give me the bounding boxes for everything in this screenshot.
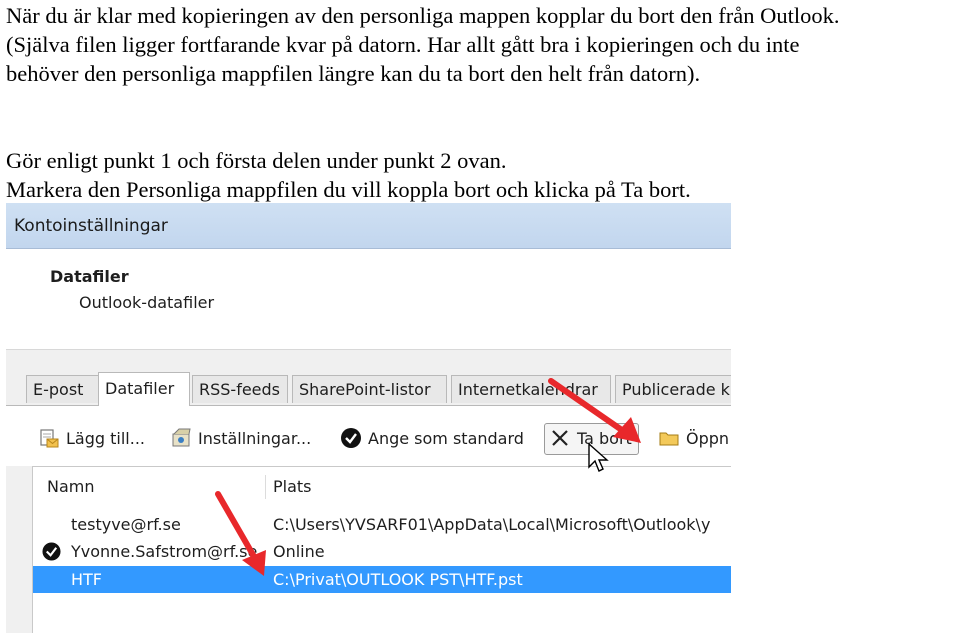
instruction-paragraph-1: När du är klar med kopieringen av den pe… bbox=[6, 1, 840, 88]
add-button[interactable]: Lägg till... bbox=[38, 424, 145, 454]
para1-line: När du är klar med kopieringen av den pe… bbox=[6, 3, 840, 28]
column-header-location[interactable]: Plats bbox=[273, 467, 312, 497]
row-location: C:\Users\YVSARF01\AppData\Local\Microsof… bbox=[273, 515, 711, 534]
section-title: Datafiler bbox=[50, 267, 129, 286]
row-location: C:\Privat\OUTLOOK PST\HTF.pst bbox=[273, 570, 523, 589]
open-button[interactable]: Öppn bbox=[658, 424, 729, 454]
tab-email[interactable]: E-post bbox=[26, 375, 101, 403]
red-arrow-icon bbox=[215, 491, 266, 576]
dialog-title-bar: Kontoinställningar bbox=[6, 203, 731, 249]
checkmark-icon bbox=[341, 428, 361, 448]
add-file-icon bbox=[40, 429, 59, 448]
settings-button-label: Inställningar... bbox=[198, 429, 312, 448]
folder-icon bbox=[659, 432, 679, 446]
para1-line: (Själva filen ligger fortfarande kvar på… bbox=[6, 32, 800, 57]
settings-icon bbox=[172, 428, 191, 447]
open-button-label: Öppn bbox=[686, 429, 730, 448]
para2-line: Gör enligt punkt 1 och första delen unde… bbox=[6, 148, 507, 173]
table-row[interactable]: testyve@rf.se C:\Users\YVSARF01\AppData\… bbox=[33, 511, 731, 538]
table-row-selected[interactable]: HTF C:\Privat\OUTLOOK PST\HTF.pst bbox=[33, 566, 731, 593]
mouse-cursor-icon bbox=[588, 443, 609, 472]
red-arrow-icon bbox=[548, 378, 641, 443]
para2-line: Markera den Personliga mappfilen du vill… bbox=[6, 177, 691, 202]
table-row[interactable]: Yvonne.Safstrom@rf.se Online bbox=[33, 538, 731, 565]
default-checkmark-icon bbox=[42, 542, 61, 561]
account-settings-screenshot: Kontoinställningar Datafiler Outlook-dat… bbox=[6, 203, 731, 633]
tab-data-files[interactable]: Datafiler bbox=[98, 372, 190, 406]
dialog-header: Datafiler Outlook-datafiler bbox=[6, 249, 731, 350]
add-button-label: Lägg till... bbox=[66, 429, 145, 448]
section-subtitle: Outlook-datafiler bbox=[79, 293, 215, 312]
row-name: HTF bbox=[71, 570, 103, 589]
set-default-button[interactable]: Ange som standard bbox=[340, 424, 524, 454]
tab-rss-feeds[interactable]: RSS-feeds bbox=[192, 375, 288, 403]
column-header-name[interactable]: Namn bbox=[47, 467, 95, 497]
row-name: testyve@rf.se bbox=[71, 515, 181, 534]
set-default-button-label: Ange som standard bbox=[368, 429, 524, 448]
tab-sharepoint-lists[interactable]: SharePoint-listor bbox=[292, 375, 447, 403]
para1-line: behöver den personliga mappfilen längre … bbox=[6, 61, 701, 86]
dialog-title: Kontoinställningar bbox=[14, 216, 168, 236]
row-location: Online bbox=[273, 542, 325, 561]
data-files-list: Namn Plats testyve@rf.se C:\Users\YVSARF… bbox=[32, 466, 731, 633]
instruction-paragraph-2: Gör enligt punkt 1 och första delen unde… bbox=[6, 146, 691, 204]
settings-button[interactable]: Inställningar... bbox=[170, 424, 311, 454]
